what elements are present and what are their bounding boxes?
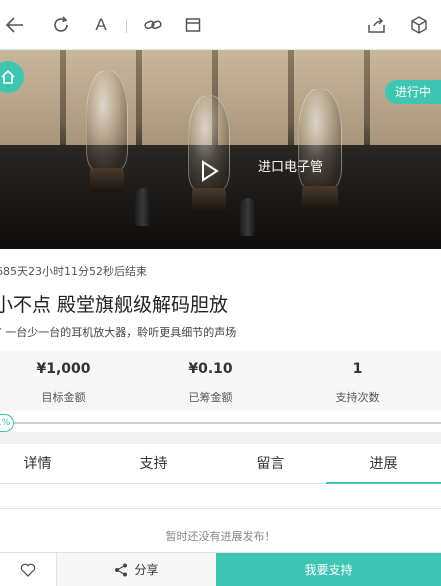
share-button[interactable]: 分享	[57, 553, 216, 586]
share-export-icon[interactable]	[366, 14, 388, 36]
progress-bar	[0, 422, 441, 424]
project-title: 小不点 殿堂旗舰级解码胆放	[0, 294, 229, 316]
stat-label: 支持次数	[335, 391, 380, 404]
stat-value: ¥1,000	[36, 361, 91, 377]
stat-raised: ¥0.10 已筹金额	[137, 359, 284, 405]
toolbar-divider	[126, 19, 127, 33]
empty-state-message: 暂时还没有进展发布！	[165, 530, 276, 543]
tube-socket	[90, 168, 124, 192]
heart-icon	[20, 563, 36, 577]
package-icon[interactable]	[408, 14, 430, 36]
section-divider	[0, 432, 441, 444]
tab-progress[interactable]: 进展	[326, 444, 441, 484]
window-icon[interactable]	[182, 14, 204, 36]
countdown-text: 685天23小时11分52秒后结束	[0, 265, 147, 278]
share-icon	[115, 563, 128, 576]
content-divider	[0, 508, 441, 509]
progress-percent: 1%	[0, 414, 14, 432]
stat-target: ¥1,000 目标金额	[0, 359, 137, 405]
tab-comments[interactable]: 留言	[197, 444, 344, 484]
vacuum-tube	[86, 70, 128, 170]
stat-value: ¥0.10	[188, 361, 233, 377]
font-size-icon[interactable]: A	[90, 14, 112, 36]
stat-supporters: 1 支持次数	[284, 359, 431, 405]
play-button[interactable]	[180, 146, 240, 196]
video-label: 进口电子管	[258, 160, 324, 175]
tube-socket	[302, 186, 338, 210]
refresh-icon[interactable]	[50, 14, 72, 36]
small-tube	[240, 198, 256, 236]
link-icon[interactable]	[142, 14, 164, 36]
funding-stats: ¥1,000 目标金额 ¥0.10 已筹金额 1 支持次数	[0, 351, 441, 411]
bottom-action-bar: 分享 我要支持	[0, 552, 441, 586]
home-icon	[1, 69, 15, 84]
play-icon	[202, 160, 219, 182]
stat-label: 目标金额	[41, 391, 86, 404]
favorite-button[interactable]	[0, 553, 57, 586]
tab-bar: 详情 支持 留言 进展	[0, 444, 441, 484]
status-badge: 进行中	[384, 80, 441, 104]
back-arrow-icon[interactable]	[4, 14, 26, 36]
support-button[interactable]: 我要支持	[216, 553, 441, 586]
small-tube	[135, 188, 151, 226]
browser-toolbar: A	[0, 0, 441, 50]
stat-value: 1	[352, 361, 363, 377]
stat-label: 已筹金额	[188, 391, 233, 404]
share-label: 分享	[134, 563, 159, 577]
project-subtitle: ” 一台少一台的耳机放大器，聆听更具细节的声场	[0, 326, 237, 339]
